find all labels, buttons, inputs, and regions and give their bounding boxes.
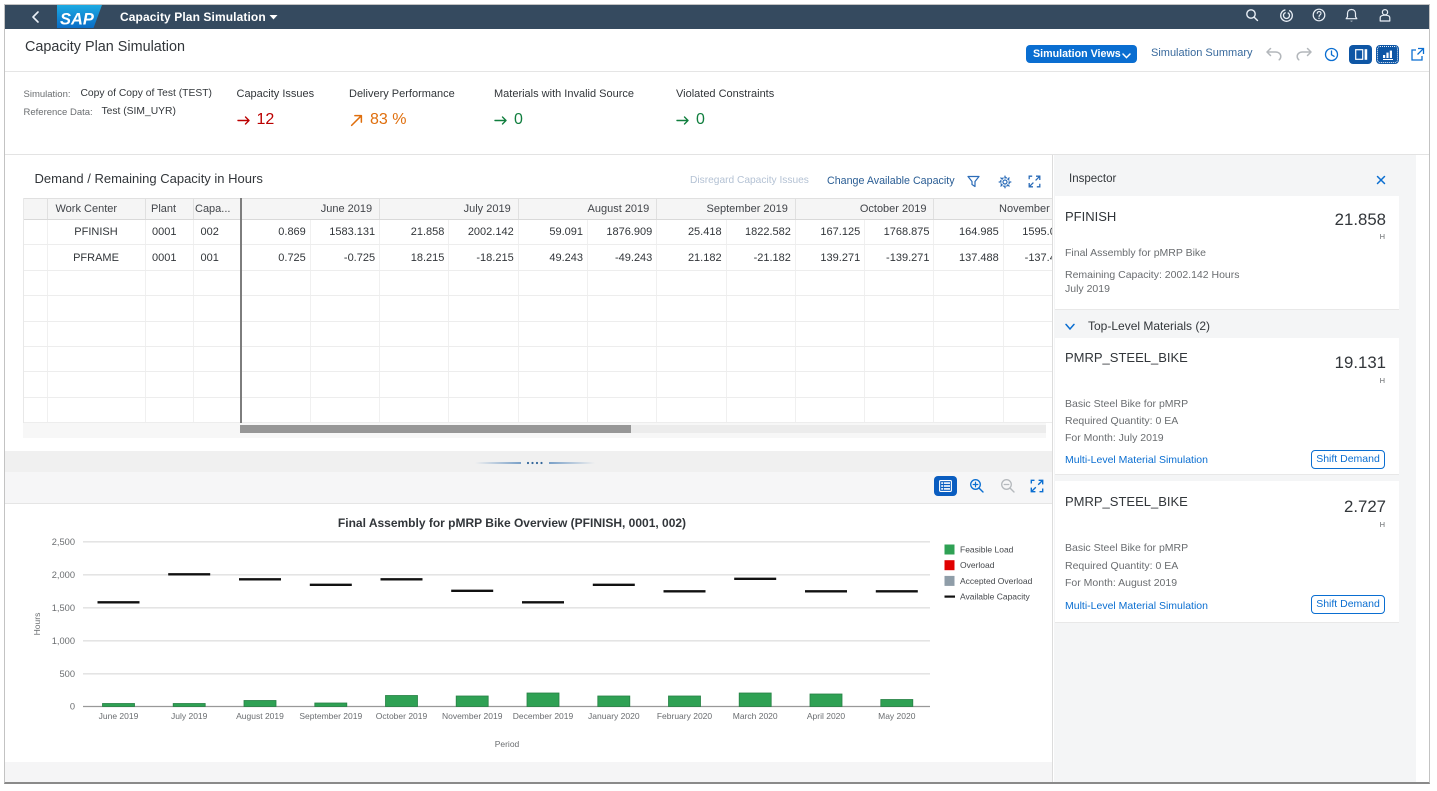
svg-text:April 2020: April 2020 [807, 711, 846, 721]
svg-text:August 2019: August 2019 [236, 711, 284, 721]
svg-text:Period: Period [495, 739, 520, 749]
svg-text:SAP: SAP [60, 11, 95, 29]
svg-text:December 2019: December 2019 [513, 711, 574, 721]
svg-text:February 2020: February 2020 [657, 711, 713, 721]
svg-text:June 2019: June 2019 [99, 711, 139, 721]
svg-text:October 2019: October 2019 [376, 711, 428, 721]
svg-text:May 2020: May 2020 [878, 711, 916, 721]
svg-text:1,500: 1,500 [52, 603, 75, 613]
svg-text:2,000: 2,000 [52, 570, 75, 580]
svg-text:September 2019: September 2019 [299, 711, 362, 721]
svg-text:Feasible Load: Feasible Load [960, 545, 1014, 555]
svg-text:March 2020: March 2020 [733, 711, 778, 721]
svg-text:0: 0 [70, 702, 75, 712]
svg-text:500: 500 [59, 669, 75, 679]
svg-text:Accepted Overload: Accepted Overload [960, 576, 1033, 586]
svg-text:Available Capacity: Available Capacity [960, 592, 1031, 602]
svg-text:1,000: 1,000 [52, 636, 75, 646]
svg-text:July 2019: July 2019 [171, 711, 208, 721]
svg-text:January 2020: January 2020 [588, 711, 640, 721]
svg-text:Hours: Hours [32, 613, 42, 636]
svg-text:2,500: 2,500 [52, 537, 75, 547]
svg-text:Overload: Overload [960, 560, 995, 570]
svg-text:November 2019: November 2019 [442, 711, 503, 721]
